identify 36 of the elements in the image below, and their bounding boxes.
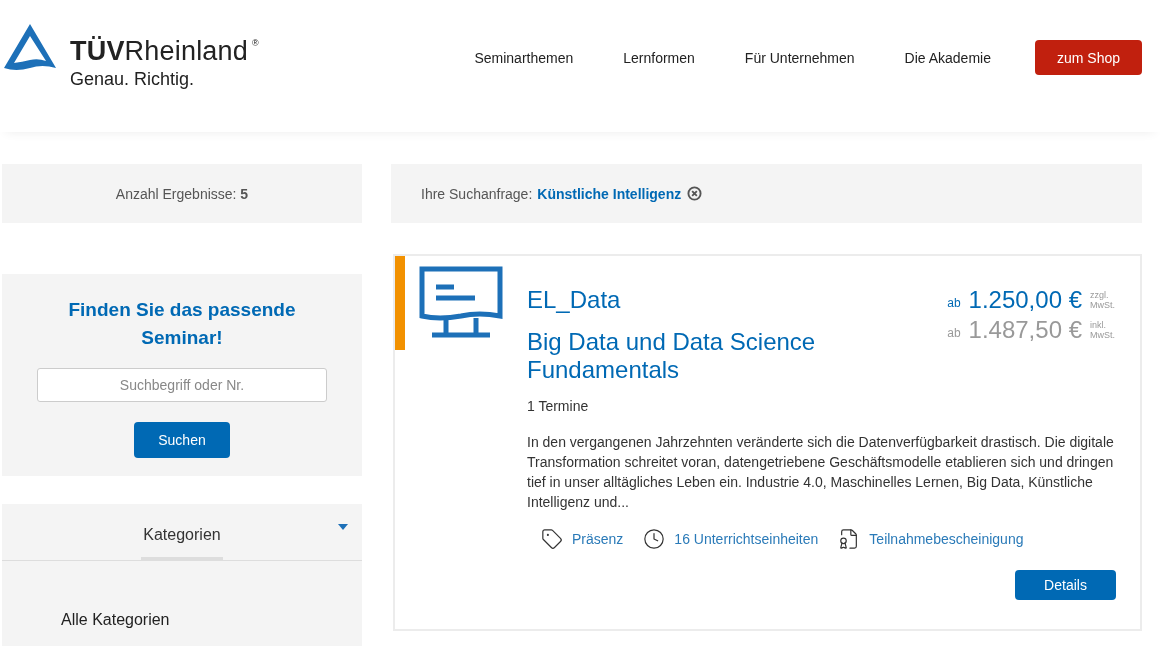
monitor-icon	[419, 266, 503, 340]
details-button[interactable]: Details	[1015, 570, 1116, 600]
price-prefix: ab	[947, 296, 961, 310]
tax-note: zzgl. MwSt.	[1090, 290, 1116, 310]
tax-note: inkl. MwSt.	[1090, 320, 1116, 340]
session-count: 1 Termine	[527, 398, 590, 414]
categories-tab[interactable]: Kategorien	[141, 526, 223, 560]
course-title[interactable]: Big Data und Data Science Fundamentals	[527, 328, 847, 384]
results-count: Anzahl Ergebnisse: 5	[115, 185, 249, 202]
category-item[interactable]: Alle Kategorien	[2, 561, 362, 629]
nav-link[interactable]: Seminarthemen	[474, 49, 574, 66]
price-prefix: ab	[947, 326, 961, 340]
nav-link[interactable]: Die Akademie	[904, 49, 991, 66]
caret-icon[interactable]	[338, 524, 348, 530]
nav-link[interactable]: Für Unternehmen	[744, 49, 855, 66]
query-link[interactable]: Künstliche Intelligenz	[537, 185, 682, 202]
nav-link[interactable]: Lernformen	[623, 49, 695, 66]
tag-icon	[541, 528, 563, 550]
price-amount: 1.250,00 €	[968, 286, 1082, 314]
search-button[interactable]: Suchen	[134, 422, 230, 458]
shop-button[interactable]: zum Shop	[1034, 40, 1142, 75]
clear-icon[interactable]	[687, 186, 703, 201]
registered-mark: ®	[252, 38, 259, 48]
feature-link[interactable]: 16 Unterrichtseinheiten	[674, 531, 819, 547]
feature-link[interactable]: Präsenz	[572, 531, 624, 547]
brand-name: TÜVRheinland	[70, 36, 248, 67]
brand-tagline: Genau. Richtig.	[70, 69, 196, 90]
clock-icon	[643, 528, 666, 550]
triangle-logo-icon	[2, 22, 58, 73]
feature-link[interactable]: Teilnahmebescheinigung	[869, 531, 1024, 547]
course-code[interactable]: EL_Data	[527, 286, 847, 314]
price-amount: 1.487,50 €	[968, 316, 1082, 344]
course-description: In den vergangenen Jahrzehnten veränderte sich die Datenverfügbarkeit drastisch. Die digitale Transformation schreitet voran, datengetriebene Geschäftsmodelle etablieren sich und dringen tief in unser alltägliches Leben ein. Industrie 4.0, Maschinelles Lernen, Big Data, Künstliche Intelligenz und...	[527, 433, 1115, 512]
search-panel-title: Finden Sie das passende Seminar!	[67, 298, 297, 350]
search-field[interactable]: Suchbegriff oder Nr.	[37, 368, 327, 402]
query-label: Ihre Suchanfrage:	[421, 185, 533, 202]
